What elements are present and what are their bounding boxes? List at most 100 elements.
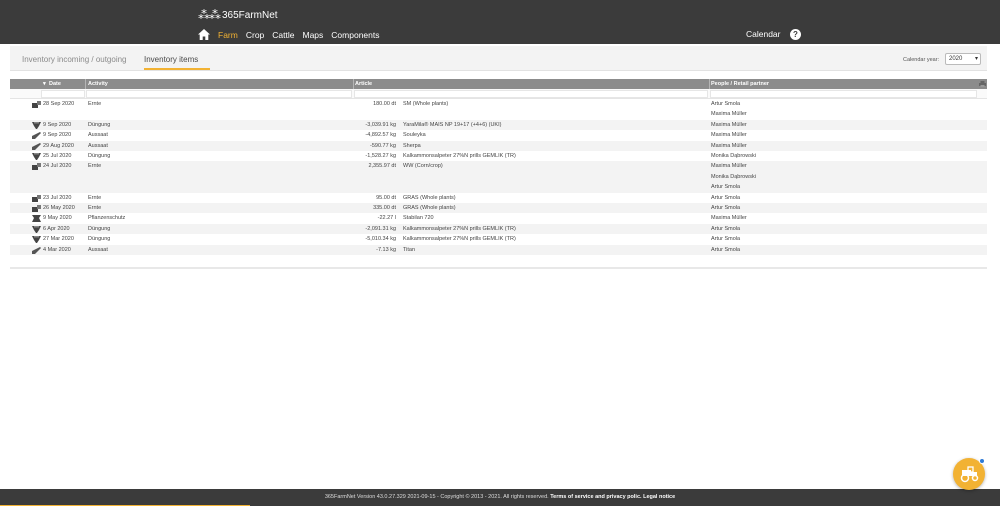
footer-version-text: 365FarmNet Version 43.0.27.329 2021-09-1… [324, 494, 549, 500]
row-person: Artur Smola [711, 236, 741, 243]
row-person: Artur Smola [711, 246, 741, 253]
row-amount: 335.00 dt [373, 204, 396, 211]
row-activity: Düngung [88, 152, 111, 159]
table-row[interactable]: 27 Mar 2020 Düngung -5,010.34 kg Kalkammons… [10, 234, 987, 244]
row-amount: 95.00 dt [376, 194, 396, 201]
tab-inventory-items[interactable]: Inventory items [144, 55, 198, 64]
logo-mark-icon: ⁂⁂ [198, 8, 221, 22]
row-person: Artur Smola [711, 204, 741, 211]
table-row[interactable]: 26 May 2020 Ernte 335.00 dt GRAS (Whole pla… [10, 202, 987, 214]
table-row[interactable]: 9 Sep 2020 Düngung -3,039.91 kg YaraMila® M… [10, 119, 987, 131]
home-icon[interactable] [198, 29, 210, 40]
row-activity: Ernte [88, 194, 102, 201]
top-navigation-bar: ⁂⁂ 365FarmNet Farm Crop Cattle Maps Comp… [0, 0, 1000, 44]
filter-article-input[interactable] [354, 90, 708, 98]
table-row[interactable]: 4 Mar 2020 Aussaat -7.13 kg Titan Artur Smol… [10, 244, 987, 255]
nav-item-farm[interactable]: Farm [218, 30, 238, 40]
column-header-activity[interactable]: Activity [88, 81, 108, 87]
terms-link[interactable]: Terms of service and privacy polic. [550, 494, 641, 500]
row-person: Monika Dąbrowski [711, 152, 756, 159]
row-activity: Aussaat [88, 132, 108, 139]
table-row[interactable]: 6 Apr 2020 Düngung -2,091.31 kg Kalkammonsa… [10, 223, 987, 235]
tab-inventory-incoming-outgoing[interactable]: Inventory incoming / outgoing [22, 55, 127, 64]
logo-text: 365FarmNet [222, 9, 278, 21]
nav-item-maps[interactable]: Maps [303, 30, 324, 40]
seeding-icon [32, 246, 41, 254]
sort-desc-icon[interactable]: ▾ [43, 81, 46, 87]
row-article: YaraMila® MAIS NP 19+17 (+4+6) (UKI) [403, 121, 502, 128]
row-person: Maxima Müller [711, 163, 747, 170]
row-person: Maxima Müller [711, 132, 747, 139]
nav-item-cattle[interactable]: Cattle [272, 30, 294, 40]
row-article: Kalkammonsalpeter 27%N prills GEMLIK (TR… [403, 225, 516, 232]
row-date: 9 May 2020 [43, 215, 72, 222]
table-row[interactable]: 23 Jul 2020 Ernte 95.00 dt GRAS (Whole plan… [10, 193, 987, 203]
row-amount: -5,010.34 kg [365, 236, 396, 243]
table-row[interactable]: 9 Sep 2020 Aussaat -4,892.57 kg Souleyka Max… [10, 130, 987, 140]
column-header-date[interactable]: Date [49, 81, 61, 87]
row-activity: Aussaat [88, 142, 108, 149]
calendar-year-select[interactable]: 2020 ▾ [945, 53, 981, 65]
inventory-subtabs: Inventory incoming / outgoing Inventory … [10, 46, 987, 71]
inventory-table: ▾ Date Activity Article People / Retail … [10, 79, 987, 255]
active-tab-indicator [144, 68, 210, 70]
assistant-button[interactable] [953, 458, 985, 490]
row-article: WW (Corn/crop) [403, 163, 443, 170]
row-person: Maxima Müller [711, 215, 747, 222]
row-date: 9 Sep 2020 [43, 121, 72, 128]
row-amount: 180.00 dt [373, 101, 396, 107]
row-person: Artur Smola [711, 184, 741, 191]
row-article: Kalkammonsalpeter 27%N prills GEMLIK (TR… [403, 236, 516, 243]
row-amount: -4,892.57 kg [365, 132, 396, 139]
table-row[interactable]: 25 Jul 2020 Düngung -1,528.27 kg Kalkammons… [10, 151, 987, 161]
row-person: Maxima Müller [711, 142, 747, 149]
table-row[interactable]: 24 Jul 2020 Ernte 2,355.97 dt WW (Corn/crop… [10, 161, 987, 193]
row-amount: 2,355.97 dt [368, 163, 396, 170]
row-amount: -590.77 kg [370, 142, 396, 149]
seeding-icon [32, 142, 41, 150]
nav-item-crop[interactable]: Crop [246, 30, 264, 40]
farmnet-logo[interactable]: ⁂⁂ 365FarmNet [198, 6, 278, 24]
row-activity: Düngung [88, 121, 111, 128]
row-date: 6 Apr 2020 [43, 225, 70, 232]
row-article: Kalkammonsalpeter 27%N prills GEMLIK (TR… [403, 152, 516, 159]
table-header: ▾ Date Activity Article People / Retail … [10, 79, 987, 89]
row-date: 9 Sep 2020 [43, 132, 72, 139]
column-header-article[interactable]: Article [355, 81, 372, 87]
fertilizer-icon [32, 152, 41, 160]
nav-item-components[interactable]: Components [331, 30, 379, 40]
column-header-people[interactable]: People / Retail partner [711, 81, 769, 87]
filter-date-input[interactable] [41, 90, 85, 98]
row-article: Titan [403, 246, 416, 253]
help-icon[interactable]: ? [790, 29, 801, 40]
fertilizer-icon [32, 121, 41, 129]
row-person: Artur Smola [711, 101, 741, 107]
row-date: 28 Sep 2020 [43, 101, 75, 107]
harvest-icon [32, 163, 41, 171]
row-activity: Ernte [88, 163, 102, 170]
row-article: Souleyka [403, 132, 426, 139]
legal-notice-link[interactable]: Legal notice [643, 494, 675, 500]
table-row[interactable]: 29 Aug 2020 Aussaat -590.77 kg Sherpa Maxima… [10, 140, 987, 151]
table-bottom-border [10, 267, 987, 269]
row-person: Maxima Müller [711, 111, 747, 118]
table-row[interactable]: 28 Sep 2020 Ernte 180.00 dt SM (Whole plant… [10, 99, 987, 120]
fertilizer-icon [32, 236, 41, 244]
print-icon[interactable] [979, 81, 986, 87]
row-article: Stabilan 720 [403, 215, 434, 222]
row-amount: -22.27 l [377, 215, 396, 222]
calendar-link[interactable]: Calendar [746, 29, 781, 39]
row-person: Maxima Müller [711, 121, 747, 128]
row-date: 27 Mar 2020 [43, 236, 74, 243]
filter-activity-input[interactable] [86, 90, 352, 98]
filter-people-input[interactable] [710, 90, 977, 98]
fertilizer-icon [32, 225, 41, 233]
harvest-icon [32, 204, 41, 212]
row-article: Sherpa [403, 142, 421, 149]
calendar-year-label: Calendar year: [903, 57, 940, 63]
row-date: 4 Mar 2020 [43, 246, 71, 253]
seeding-icon [32, 132, 41, 140]
table-row[interactable]: 9 May 2020 Pflanzenschutz -22.27 l Stabilan… [10, 213, 987, 223]
notification-dot [979, 458, 985, 464]
row-date: 23 Jul 2020 [43, 194, 72, 201]
